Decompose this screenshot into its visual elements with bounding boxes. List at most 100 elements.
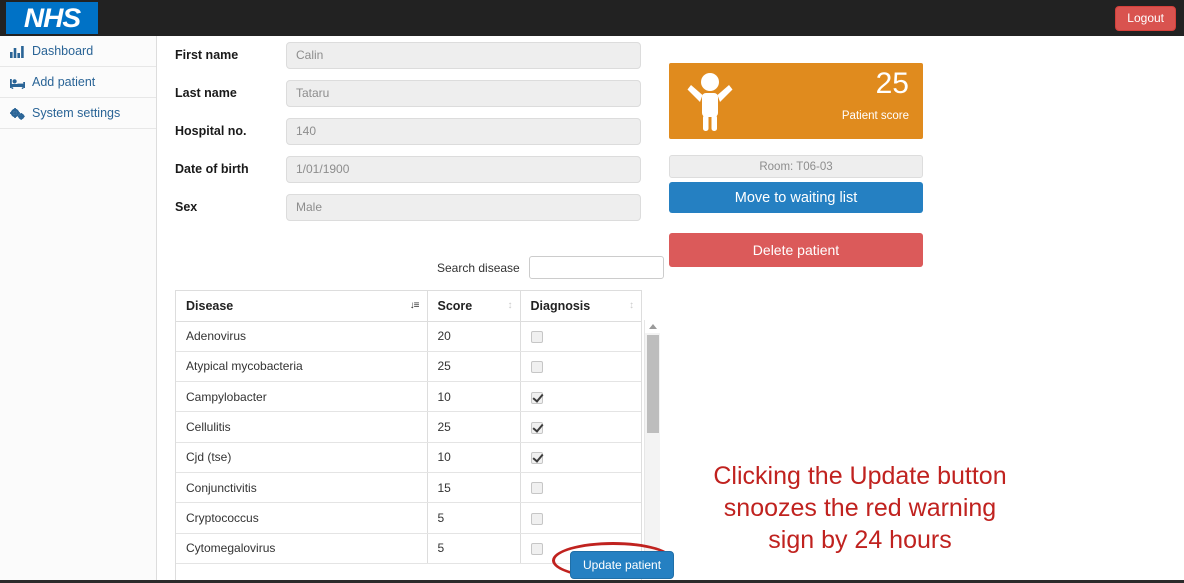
last-name-field[interactable]	[286, 79, 641, 107]
move-to-waiting-list-button[interactable]: Move to waiting list	[669, 182, 923, 213]
table-row: Atypical mycobacteria 25	[176, 351, 641, 383]
sidebar-item-label: System settings	[32, 106, 121, 120]
patient-score-value: 25	[875, 67, 909, 100]
disease-name-cell: Atypical mycobacteria	[176, 351, 428, 383]
table-row: Cryptococcus 5	[176, 502, 641, 534]
app-window: NHS Logout Dashboard Add patient System …	[0, 0, 1184, 583]
diagnosis-cell	[520, 351, 641, 383]
scroll-up-icon[interactable]	[645, 320, 661, 333]
patient-score-card: 25 Patient score	[669, 63, 923, 139]
diagnosis-cell	[520, 411, 641, 443]
form-row-date-of-birth: Date of birth	[158, 150, 658, 188]
table-row: Adenovirus 20	[176, 321, 641, 352]
annotation-text: Clicking the Update button snoozes the r…	[660, 460, 1060, 556]
sidebar-item-label: Dashboard	[32, 44, 94, 58]
diagnosis-checkbox[interactable]	[530, 452, 543, 465]
diagnosis-checkbox[interactable]	[530, 330, 543, 343]
search-disease-input[interactable]	[528, 256, 664, 279]
sidebar-item-add-patient[interactable]: Add patient	[0, 67, 156, 98]
diagnosis-checkbox[interactable]	[530, 482, 543, 495]
disease-name-cell: Cellulitis	[176, 411, 428, 443]
diagnosis-cell	[520, 321, 641, 352]
hospital-no-field[interactable]	[286, 117, 641, 145]
last-name-label: Last name	[175, 86, 237, 100]
first-name-label: First name	[175, 48, 239, 62]
disease-score-cell: 25	[427, 351, 521, 383]
patient-form: First name Last name Hospital no. Date o…	[158, 36, 658, 226]
diagnosis-checkbox[interactable]	[530, 512, 543, 525]
disease-name-cell: Cjd (tse)	[176, 442, 428, 473]
sort-ascending-icon[interactable]: ↓≡	[410, 300, 420, 311]
diagnosis-checkbox[interactable]	[530, 361, 543, 374]
disease-table-header-row: Disease ↓≡ Score ↕ Diagnosis ↕	[176, 291, 641, 322]
sidebar-item-system-settings[interactable]: System settings	[0, 98, 156, 129]
form-row-sex: Sex	[158, 188, 658, 226]
search-disease-label: Search disease	[437, 260, 520, 275]
nhs-logo-text: NHS	[23, 2, 81, 33]
disease-score-cell: 5	[427, 533, 521, 564]
column-header-score-label: Score	[437, 298, 473, 313]
room-display: Room: T06-03	[669, 155, 923, 178]
column-header-score[interactable]: Score ↕	[427, 291, 521, 322]
annotation-line-2: snoozes the red warning	[723, 494, 997, 522]
disease-name-cell: Conjunctivitis	[176, 472, 428, 504]
form-row-last-name: Last name	[158, 74, 658, 112]
disease-table-head: Disease ↓≡ Score ↕ Diagnosis ↕	[176, 291, 641, 322]
cogs-icon	[10, 107, 26, 120]
table-row: Cjd (tse) 10	[176, 442, 641, 473]
bar-chart-icon	[10, 45, 26, 58]
date-of-birth-label: Date of birth	[175, 162, 249, 176]
table-row: Cellulitis 25	[176, 411, 641, 443]
logout-button[interactable]: Logout	[1115, 6, 1176, 32]
diagnosis-checkbox[interactable]	[530, 391, 543, 404]
table-row: Campylobacter 10	[176, 381, 641, 413]
column-header-disease[interactable]: Disease ↓≡	[176, 291, 428, 322]
diagnosis-checkbox[interactable]	[530, 421, 543, 434]
hospital-no-label: Hospital no.	[175, 124, 247, 138]
diagnosis-cell	[520, 381, 641, 413]
scrollbar-thumb[interactable]	[647, 335, 659, 433]
diagnosis-cell	[520, 472, 641, 504]
disease-name-cell: Cytomegalovirus	[176, 533, 428, 564]
patient-score-label: Patient score	[841, 110, 909, 122]
diagnosis-cell	[520, 502, 641, 534]
table-row: Conjunctivitis 15	[176, 472, 641, 504]
first-name-field[interactable]	[286, 41, 641, 69]
top-navbar: NHS Logout	[0, 0, 1184, 36]
delete-patient-button[interactable]: Delete patient	[669, 233, 923, 267]
disease-score-cell: 10	[427, 442, 521, 473]
annotation-line-1: Clicking the Update button	[713, 462, 1007, 490]
disease-table-scrollbar[interactable]	[644, 320, 661, 570]
form-row-first-name: First name	[158, 36, 658, 74]
child-icon	[687, 71, 733, 131]
date-of-birth-field[interactable]	[286, 155, 641, 183]
sort-none-icon[interactable]: ↕	[508, 300, 513, 311]
sidebar-item-label: Add patient	[32, 75, 96, 89]
sidebar-item-dashboard[interactable]: Dashboard	[0, 36, 156, 67]
disease-name-cell: Campylobacter	[176, 381, 428, 413]
disease-name-cell: Cryptococcus	[176, 502, 428, 534]
disease-score-cell: 25	[427, 411, 521, 443]
diagnosis-cell	[520, 442, 641, 473]
form-row-hospital-no: Hospital no.	[158, 112, 658, 150]
annotation-line-3: sign by 24 hours	[768, 526, 952, 554]
column-header-diagnosis[interactable]: Diagnosis ↕	[520, 291, 641, 322]
disease-score-cell: 10	[427, 381, 521, 413]
disease-table-container: Disease ↓≡ Score ↕ Diagnosis ↕ Adenoviru…	[175, 290, 642, 580]
bed-icon	[10, 76, 26, 89]
disease-table: Disease ↓≡ Score ↕ Diagnosis ↕ Adenoviru…	[176, 291, 641, 564]
sex-field[interactable]	[286, 193, 641, 221]
search-disease-group: Search disease	[437, 256, 664, 279]
disease-name-cell: Adenovirus	[176, 321, 428, 352]
sort-none-icon[interactable]: ↕	[629, 300, 634, 311]
sidebar: Dashboard Add patient System settings	[0, 36, 157, 580]
disease-table-body: Adenovirus 20 Atypical mycobacteria 25 Campy…	[176, 321, 641, 564]
diagnosis-checkbox[interactable]	[530, 543, 543, 556]
column-header-diagnosis-label: Diagnosis	[530, 298, 591, 313]
sex-label: Sex	[175, 200, 198, 214]
disease-score-cell: 15	[427, 472, 521, 504]
column-header-disease-label: Disease	[186, 298, 234, 313]
disease-score-cell: 5	[427, 502, 521, 534]
disease-score-cell: 20	[427, 321, 521, 352]
update-patient-button[interactable]: Update patient	[570, 551, 675, 579]
